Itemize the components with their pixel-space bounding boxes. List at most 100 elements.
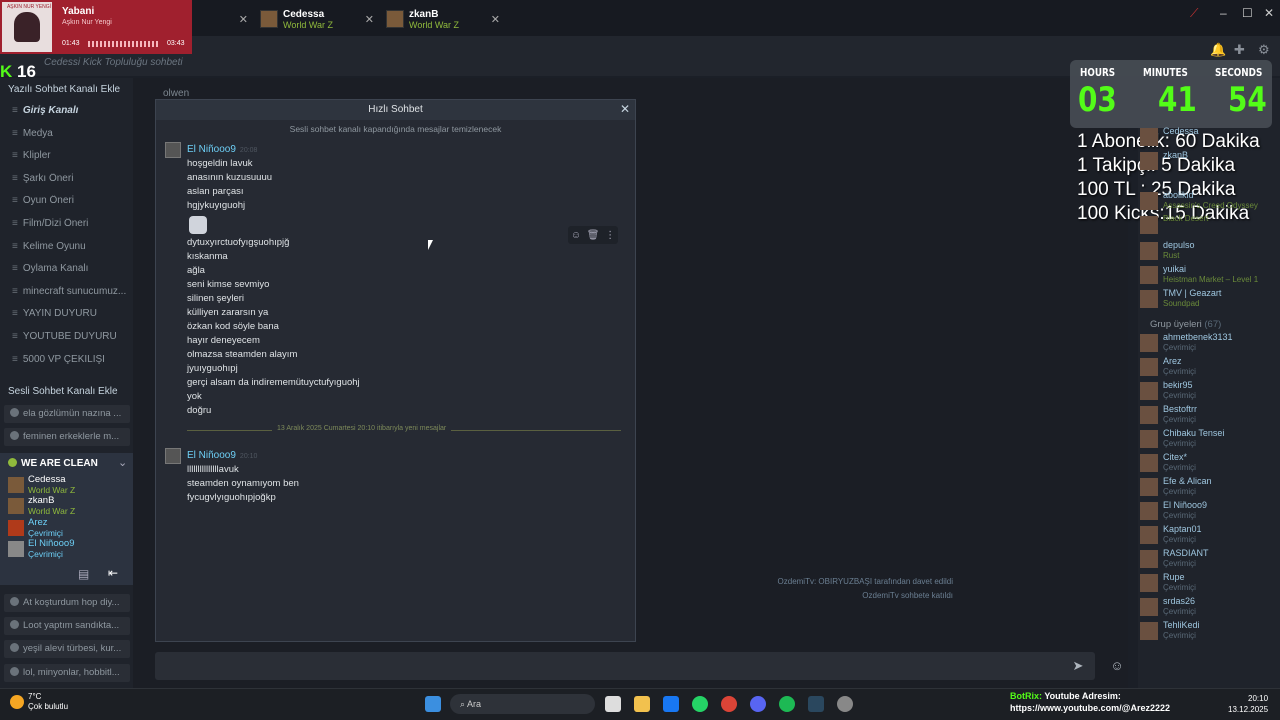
avatar [1140, 152, 1158, 170]
text-channel-7[interactable]: ≡ Oylama Kanalı [12, 263, 130, 274]
speaker-icon [10, 643, 19, 652]
leave-voice-icon[interactable]: ⇤ [108, 566, 118, 580]
member-item[interactable]: Bestoftrr Çevrimiçi [1140, 404, 1197, 428]
close-icon[interactable]: ✕ [239, 13, 248, 26]
member-item[interactable]: RASDIANT Çevrimiçi [1140, 548, 1209, 572]
more-icon[interactable]: ⋮ [605, 230, 615, 241]
file-explorer-icon[interactable] [634, 696, 650, 712]
member-item[interactable]: Chibaku Tensei Çevrimiçi [1140, 428, 1224, 452]
add-friend-icon[interactable]: ✚ [1234, 42, 1245, 58]
text-channel-4[interactable]: ≡ Oyun Öneri [12, 195, 130, 206]
member-item[interactable]: Kaptan01 Çevrimiçi [1140, 524, 1202, 548]
voice-settings-icon[interactable]: ▤ [78, 567, 89, 581]
member-item[interactable]: yuikai Heistman Market – Level 1 [1140, 264, 1258, 288]
member-item[interactable]: bekir95 Çevrimiçi [1140, 380, 1196, 404]
member-item[interactable]: abolikid Assassin's Creed Odyssey [1140, 190, 1258, 214]
member-item[interactable]: Rupe Çevrimiçi [1140, 572, 1196, 596]
member-item[interactable]: zkanB [1140, 150, 1188, 174]
chat-input[interactable] [155, 652, 1095, 680]
text-channel-1[interactable]: ≡ Medya [12, 128, 130, 139]
member-item[interactable]: Arez Çevrimiçi [1140, 356, 1196, 380]
weather-icon [10, 695, 24, 709]
member-item[interactable]: Cedessa [1140, 126, 1199, 150]
chat-message: hoşgeldin lavuk [187, 158, 253, 169]
taskbar-search[interactable]: ⌕ Ara [450, 694, 595, 714]
chrome-icon[interactable] [721, 696, 737, 712]
minimize-button[interactable]: – [1220, 6, 1227, 20]
windows-start-icon[interactable] [425, 696, 441, 712]
member-item[interactable]: Citex* Çevrimiçi [1140, 452, 1196, 476]
close-icon[interactable]: ✕ [365, 13, 374, 26]
tab-chat-cedessa[interactable]: Cedessa World War Z ✕ [256, 6, 380, 32]
emoji-button[interactable]: ☺ [1103, 652, 1131, 680]
outlook-icon[interactable] [663, 696, 679, 712]
voice-channel[interactable]: feminen erkeklerle m... [4, 428, 130, 446]
voice-channel[interactable]: lol, minyonlar, hobbitl... [4, 664, 130, 682]
text-channel-9[interactable]: ≡ YAYIN DUYURU [12, 308, 130, 319]
close-icon[interactable]: ✕ [491, 13, 500, 26]
group-members-label: Grup üyeleri (67) [1150, 319, 1222, 330]
avatar [386, 10, 404, 28]
member-item[interactable]: Black Desert [1140, 214, 1208, 238]
emoji-icon[interactable]: ☺ [571, 230, 581, 241]
member-item[interactable]: TMV | Geazart Soundpad [1140, 288, 1221, 312]
voice-member[interactable]: zkanB World War Z [8, 496, 75, 516]
task-view-icon[interactable] [605, 696, 621, 712]
close-icon[interactable]: ✕ [620, 102, 630, 116]
obs-icon[interactable] [837, 696, 853, 712]
voice-channel[interactable]: ela gözlümün nazına ... [4, 405, 130, 423]
channel-sidebar: Yazılı Sohbet Kanalı Ekle ≡ Giriş Kanalı ≡… [0, 78, 133, 688]
dialog-notice: Sesli sohbet kanalı kapandığında mesajla… [289, 124, 502, 134]
voice-channel[interactable]: yeşil alevi türbesi, kur... [4, 640, 130, 658]
text-channel-3[interactable]: ≡ Şarkı Öneri [12, 173, 130, 184]
bell-icon[interactable]: 🔔 [1210, 42, 1226, 58]
gear-icon[interactable]: ⚙ [1258, 42, 1270, 58]
message-author[interactable]: El Niñooo9 20:10 [187, 450, 257, 461]
text-channel-10[interactable]: ≡ YOUTUBE DUYURU [12, 331, 130, 342]
add-voice-channel[interactable]: Sesli Sohbet Kanalı Ekle [8, 386, 118, 397]
member-item[interactable]: depulso Rust [1140, 240, 1195, 264]
add-text-channel[interactable]: Yazılı Sohbet Kanalı Ekle [8, 84, 120, 95]
voice-member[interactable]: Cedessa World War Z [8, 475, 75, 495]
trash-icon[interactable]: 🗑 [587, 230, 600, 241]
spotify-icon[interactable] [779, 696, 795, 712]
voice-member[interactable]: Arez Çevrimiçi [8, 518, 63, 538]
avatar [1140, 478, 1158, 496]
text-channel-8[interactable]: ≡ minecraft sunucumuz... [12, 286, 130, 297]
active-voice-channel[interactable]: WE ARE CLEAN ⌄ Cedessa World War Z zkanB W… [0, 453, 133, 585]
chat-message: olmazsa steamden alayım [187, 349, 298, 360]
whatsapp-icon[interactable] [692, 696, 708, 712]
member-item[interactable]: El Niñooo9 Çevrimiçi [1140, 500, 1207, 524]
text-channel-11[interactable]: ≡ 5000 VP ÇEKİLİŞİ [12, 354, 130, 365]
send-button[interactable]: ➤ [1064, 652, 1092, 680]
text-channel-6[interactable]: ≡ Kelime Oyunu [12, 241, 130, 252]
maximize-button[interactable]: ☐ [1242, 6, 1253, 20]
avatar [1140, 598, 1158, 616]
timer-minutes: 41 [1158, 80, 1197, 120]
voice-member[interactable]: El Niñooo9 Çevrimiçi [8, 539, 74, 559]
system-message: OzdemiTv: OBIRYUZBAŞI tarafından davet e… [777, 577, 953, 586]
weather-widget[interactable]: 7°C Çok bulutlu [10, 692, 68, 712]
avatar [8, 477, 24, 493]
tab-chat-zkanb[interactable]: zkanB World War Z ✕ [382, 6, 506, 32]
voice-channel[interactable]: Loot yaptım sandıkta... [4, 617, 130, 635]
member-item[interactable]: ahmetbenek3131 Çevrimiçi [1140, 332, 1233, 356]
member-item[interactable]: Efe & Alican Çevrimiçi [1140, 476, 1212, 500]
text-channel-2[interactable]: ≡ Klipler [12, 150, 130, 161]
avatar [1140, 382, 1158, 400]
member-item[interactable]: srdas26 Çevrimiçi [1140, 596, 1196, 620]
voice-channel[interactable]: At koşturdum hop diy... [4, 594, 130, 612]
steam-icon[interactable] [808, 696, 824, 712]
window-close-button[interactable]: ✕ [1264, 6, 1274, 20]
speaker-icon [10, 597, 19, 606]
discord-icon[interactable] [750, 696, 766, 712]
text-channel-0[interactable]: ≡ Giriş Kanalı [12, 105, 130, 116]
member-item[interactable]: TehliKedi Çevrimiçi [1140, 620, 1200, 644]
chevron-down-icon[interactable]: ⌄ [118, 456, 127, 469]
message-author[interactable]: El Niñooo9 20:08 [187, 144, 257, 155]
system-clock[interactable]: 20:10 13.12.2025 [1228, 693, 1268, 715]
chat-message: hayır deneyecem [187, 335, 260, 346]
text-channel-5[interactable]: ≡ Film/Dizi Öneri [12, 218, 130, 229]
song-artist: Aşkın Nur Yengi [62, 19, 112, 26]
channel-icon: ≡ [12, 240, 18, 252]
